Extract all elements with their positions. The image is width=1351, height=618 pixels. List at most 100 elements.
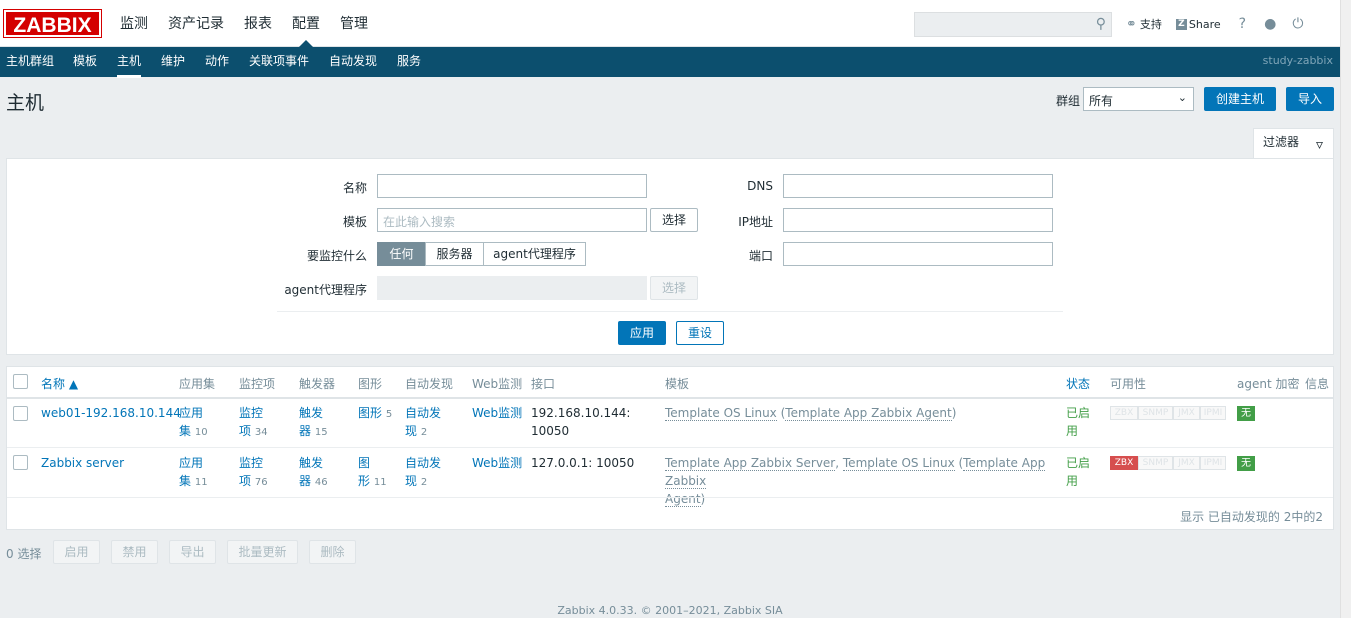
menu-configuration[interactable]: 配置 [282,0,330,47]
template-link[interactable]: Template OS Linux [665,406,777,421]
template-link[interactable]: Template OS Linux [842,456,955,471]
interface-cell: 192.168.10.144: 10050 [531,404,630,440]
apps-text-2[interactable]: 集 [179,424,191,438]
web-text[interactable]: Web监测 [472,406,522,420]
template-link-2[interactable]: Agent [665,492,701,507]
triggers-text-2[interactable]: 器 [299,474,311,488]
profile-link[interactable]: ● [1264,16,1276,32]
submenu-hosts[interactable]: 主机 [117,47,142,78]
mass-update-button[interactable]: 批量更新 [227,540,298,564]
row-checkbox[interactable] [13,455,28,470]
apply-button[interactable]: 应用 [618,321,666,345]
template-input[interactable]: 在此输入搜索 [377,208,647,232]
graphs-text-2[interactable]: 形 [358,474,370,488]
triggers-link[interactable]: 触发 器 15 [299,404,328,442]
triggers-text[interactable]: 触发 [299,406,323,420]
menu-inventory[interactable]: 资产记录 [158,0,234,47]
name-input[interactable] [377,174,647,198]
apps-link[interactable]: 应用 集 10 [179,404,208,442]
power-icon: ⏻ [1292,16,1304,32]
signout-link[interactable]: ⏻ [1292,16,1303,32]
graphs-text[interactable]: 图形 [358,406,382,420]
items-link[interactable]: 监控 项 34 [239,404,268,442]
apps-text[interactable]: 应用 [179,456,203,470]
monitor-proxy-option[interactable]: agent代理程序 [483,242,586,266]
web-text[interactable]: Web监测 [472,456,522,470]
submenu-services[interactable]: 服务 [397,47,421,75]
submenu-templates[interactable]: 模板 [73,47,97,75]
create-host-button[interactable]: 创建主机 [1204,87,1276,111]
zabbix-logo[interactable]: ZABBIX [3,9,102,38]
host-name-link[interactable]: Zabbix server [41,454,124,472]
proxy-select-button: 选择 [650,276,698,300]
row-checkbox[interactable] [13,406,28,421]
host-name[interactable]: web01-192.168.10.144 [41,406,181,420]
import-button[interactable]: 导入 [1286,87,1334,111]
share-link[interactable]: Z Share [1175,17,1221,31]
reset-button[interactable]: 重设 [676,321,724,345]
submenu-actions[interactable]: 动作 [205,47,229,75]
triggers-text-2[interactable]: 器 [299,424,311,438]
submenu-maintenance[interactable]: 维护 [161,47,185,75]
support-link[interactable]: ⚭ 支持 [1126,16,1162,32]
items-link[interactable]: 监控 项 76 [239,454,268,492]
discovery-link[interactable]: 自动发 现 2 [405,404,441,442]
discovery-text[interactable]: 自动发 [405,406,441,420]
triggers-text[interactable]: 触发 [299,456,323,470]
share-icon: Z [1175,18,1187,30]
submenu-correlation[interactable]: 关联项事件 [249,47,309,75]
search-icon[interactable]: ⚲ [1096,16,1106,32]
web-link[interactable]: Web监测 [472,454,522,472]
port-input[interactable] [783,242,1053,266]
group-select[interactable]: 所有 ⌄ [1083,87,1194,111]
snmp-availability-badge: SNMP [1138,456,1173,470]
delete-button[interactable]: 删除 [309,540,356,564]
items-text[interactable]: 监控 [239,456,263,470]
submenu-host-groups[interactable]: 主机群组 [6,47,54,75]
discovery-text-2[interactable]: 现 [405,474,417,488]
help-link[interactable]: ? [1239,16,1246,32]
host-name-link[interactable]: web01-192.168.10.144 [41,404,181,422]
monitor-any-option[interactable]: 任何 [377,242,426,266]
template-link[interactable]: Template App Zabbix Server [665,456,836,471]
discovery-text[interactable]: 自动发 [405,456,441,470]
ip-input[interactable] [783,208,1053,232]
discovery-count: 2 [420,427,428,438]
header-availability: 可用性 [1110,377,1147,391]
triggers-link[interactable]: 触发 器 46 [299,454,328,492]
items-text-2[interactable]: 项 [239,424,251,438]
status-link[interactable]: 已启 用 [1066,404,1090,440]
apps-text[interactable]: 应用 [179,406,203,420]
graphs-text[interactable]: 图 [358,456,370,470]
export-button[interactable]: 导出 [169,540,216,564]
template-label: 模板 [342,215,367,229]
submenu-discovery[interactable]: 自动发现 [329,47,377,75]
items-text[interactable]: 监控 [239,406,263,420]
apps-link[interactable]: 应用 集 11 [179,454,208,492]
enable-button[interactable]: 启用 [53,540,100,564]
status-link[interactable]: 已启 用 [1066,454,1090,490]
apps-text-2[interactable]: 集 [179,474,191,488]
web-link[interactable]: Web监测 [472,404,522,422]
monitor-server-option[interactable]: 服务器 [425,242,484,266]
share-label: Share [1188,17,1221,31]
header-name[interactable]: 名称 ▲ [41,375,78,392]
global-search-input[interactable]: ⚲ [914,12,1112,37]
disable-button[interactable]: 禁用 [111,540,158,564]
menu-reports[interactable]: 报表 [234,0,282,47]
filter-tab[interactable]: 过滤器 ▿ [1253,128,1334,159]
items-text-2[interactable]: 项 [239,474,251,488]
graphs-link[interactable]: 图形 5 [358,404,392,424]
page-scrollbar[interactable] [1340,0,1351,618]
menu-administration[interactable]: 管理 [330,0,378,47]
dns-input[interactable] [783,174,1053,198]
template-link[interactable]: Template App Zabbix Agent [785,406,952,421]
header-interface: 接口 [531,377,556,391]
graphs-link[interactable]: 图 形 11 [358,454,387,492]
header-status[interactable]: 状态 [1066,375,1090,392]
discovery-link[interactable]: 自动发 现 2 [405,454,441,492]
discovery-text-2[interactable]: 现 [405,424,417,438]
host-name[interactable]: Zabbix server [41,456,124,470]
select-all-checkbox[interactable] [13,374,28,389]
menu-monitoring[interactable]: 监测 [110,0,158,47]
